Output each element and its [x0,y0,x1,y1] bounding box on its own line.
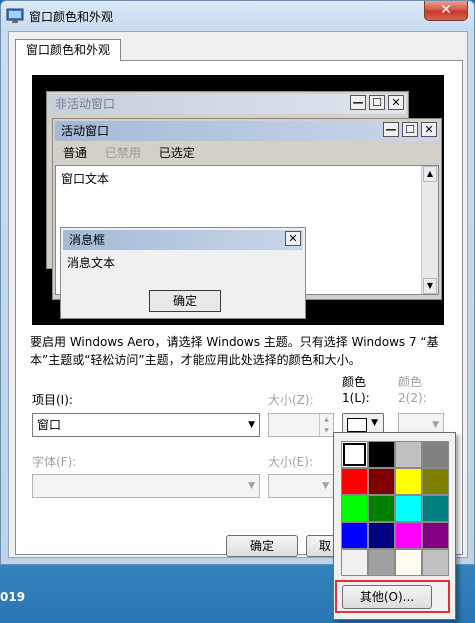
chevron-down-icon: ▼ [371,418,378,428]
window-text-label: 窗口文本 [61,172,110,186]
color1-swatch [347,418,367,432]
close-button[interactable]: ✕ [424,1,468,21]
color-swatch-grid [341,441,449,576]
maximize-icon: ☐ [369,95,385,110]
color-swatch[interactable] [368,522,395,549]
color2-label-line1: 颜色 [398,375,423,389]
color-swatch[interactable] [422,495,449,522]
color-swatch[interactable] [422,549,449,576]
font-size-select[interactable]: ▼ [268,474,334,498]
message-box-title: 消息框 [63,230,303,250]
ok-button[interactable]: 确定 [226,535,298,557]
size-label: 大小(Z): [268,393,314,407]
color-swatch[interactable] [368,495,395,522]
color1-label-line1: 颜色 [342,375,367,389]
chevron-down-icon: ▼ [248,481,255,491]
color-swatch[interactable] [368,549,395,576]
color-swatch[interactable] [395,441,422,468]
color-swatch[interactable] [341,468,368,495]
font-select[interactable]: ▼ [32,474,260,498]
color-swatch[interactable] [395,468,422,495]
color1-label-line2: 1(L): [342,391,370,405]
color2-label-line2: 2(2): [398,391,427,405]
close-icon: ✕ [285,231,301,246]
preview-message-box[interactable]: 消息框 ✕ 消息文本 确定 [60,227,306,319]
font-size-label: 大小(E): [268,455,313,469]
appearance-preview[interactable]: 非活动窗口 — ☐ ✕ 活动窗口 — ☐ ✕ 普通 已禁用 已选定 窗口文本 ▲… [32,75,444,325]
chevron-down-icon: ▼ [322,481,329,491]
color-swatch[interactable] [341,441,368,468]
color-swatch[interactable] [368,441,395,468]
taskbar-clock-partial: 019 [0,590,26,604]
maximize-icon: ☐ [402,122,418,137]
highlight-box [335,580,450,613]
tab-window-color-appearance[interactable]: 窗口颜色和外观 [15,39,121,61]
message-text: 消息文本 [67,256,116,270]
color-swatch[interactable] [341,549,368,576]
close-icon: ✕ [440,2,452,18]
display-settings-icon [6,8,24,23]
minimize-icon: — [350,95,366,110]
spin-down-icon[interactable]: ▼ [319,425,333,436]
close-icon: ✕ [388,95,404,110]
color-swatch[interactable] [341,522,368,549]
chevron-down-icon: ▼ [248,420,255,430]
color-swatch[interactable] [341,495,368,522]
window-title: 窗口颜色和外观 [29,10,114,24]
active-window-title: 活动窗口 [55,121,439,141]
item-label: 项目(I): [32,393,73,407]
close-icon: ✕ [421,122,437,137]
title-bar[interactable]: 窗口颜色和外观 ✕ [1,1,474,31]
menu-normal[interactable]: 普通 [63,146,87,160]
spin-up-icon[interactable]: ▲ [319,414,333,425]
item-select[interactable]: 窗口 ▼ [32,413,260,437]
color-swatch[interactable] [395,495,422,522]
menu-disabled[interactable]: 已禁用 [105,146,141,160]
color-swatch[interactable] [395,549,422,576]
item-select-value: 窗口 [37,418,62,432]
scroll-down-icon[interactable]: ▼ [423,278,437,294]
color-swatch[interactable] [368,468,395,495]
color-swatch[interactable] [395,522,422,549]
color-swatch[interactable] [422,522,449,549]
menu-selected[interactable]: 已选定 [159,146,195,160]
vertical-scrollbar[interactable]: ▲ ▼ [421,166,438,294]
minimize-icon: — [383,122,399,137]
scroll-up-icon[interactable]: ▲ [423,166,437,182]
message-ok-button[interactable]: 确定 [149,290,221,312]
preview-menu-bar: 普通 已禁用 已选定 [55,143,439,163]
font-label: 字体(F): [32,455,77,469]
size-spinner[interactable]: ▲ ▼ [268,413,334,437]
color-swatch[interactable] [422,468,449,495]
aero-note: 要启用 Windows Aero，请选择 Windows 主题。只有选择 Win… [30,335,439,367]
color-swatch[interactable] [422,441,449,468]
